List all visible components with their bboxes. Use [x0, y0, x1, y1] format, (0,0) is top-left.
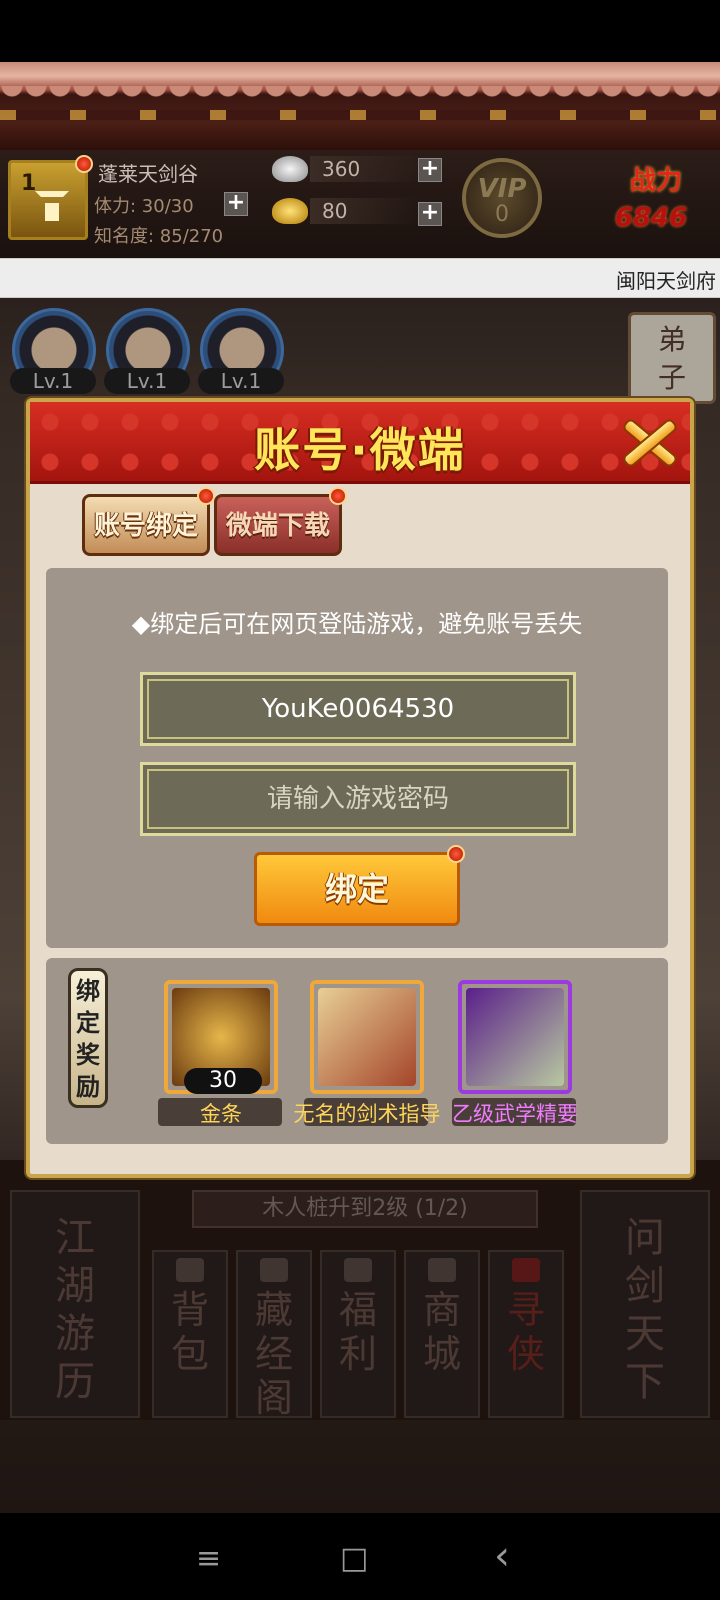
reward-name: 无名的剑术指导: [293, 1102, 441, 1126]
reward-label: 绑定奖励: [68, 968, 108, 1108]
vip-title: VIP: [477, 174, 527, 204]
password-input[interactable]: [143, 765, 573, 833]
marquee-text: 闽阳天剑府: [616, 269, 716, 293]
reward-name: 金条: [200, 1102, 242, 1126]
gold-add-button[interactable]: +: [418, 202, 442, 226]
reward-panel: 绑定奖励 30 金条 无名的剑术指导 乙级武学精要: [46, 958, 668, 1144]
reward-name: 乙级武学精要: [452, 1102, 578, 1126]
bind-hint: ◆绑定后可在网页登陆游戏，避免账号丢失: [131, 610, 583, 638]
notification-dot: [447, 845, 465, 863]
bind-panel: ◆绑定后可在网页登陆游戏，避免账号丢失 绑定: [46, 568, 668, 948]
silver-ingot-icon: [272, 156, 308, 182]
silver-add-button[interactable]: +: [418, 158, 442, 182]
tab-label: 微端下载: [225, 511, 330, 541]
gold-ingot-icon: [272, 198, 308, 224]
player-avatar[interactable]: 1: [8, 155, 93, 240]
vip-level: 0: [495, 202, 509, 227]
tab-client-download[interactable]: 微端下载: [214, 487, 347, 556]
roof-trim: [0, 110, 720, 120]
reward-sword-guide[interactable]: [310, 980, 424, 1094]
stamina-text: 体力: 30/30: [94, 196, 194, 217]
notification-dot: [329, 487, 347, 505]
tab-account-bind[interactable]: 账号绑定: [82, 487, 215, 556]
bind-button[interactable]: 绑定: [254, 845, 465, 926]
power-title: 战力: [629, 166, 682, 196]
account-dialog: 账号·微端 账号绑定 微端下载 ◆绑定后可在网页登陆游戏，避免账号丢失 绑定 绑…: [26, 398, 694, 1178]
announcement-marquee: 闽阳天剑府: [0, 258, 720, 298]
fame-text: 知名度: 85/270: [94, 226, 224, 247]
dialog-title: 账号·微端: [254, 423, 466, 477]
tab-label: 账号绑定: [93, 511, 198, 541]
stamina-add-button[interactable]: +: [224, 192, 248, 216]
silver-amount: 360: [310, 156, 420, 182]
close-button[interactable]: [612, 408, 684, 474]
home-icon[interactable]: □: [340, 1541, 368, 1576]
account-input[interactable]: [143, 675, 573, 743]
gold-amount: 80: [310, 198, 420, 224]
status-bar: [0, 0, 720, 62]
scroll-icon: [318, 988, 416, 1086]
account-field[interactable]: [140, 672, 576, 746]
password-field[interactable]: [140, 762, 576, 836]
top-hud: 1 蓬莱天剑谷 体力: 30/30 + 知名度: 85/270 360 + 80…: [0, 150, 720, 258]
reward-count: 30: [184, 1068, 262, 1094]
player-name: 蓬莱天剑谷: [98, 162, 198, 186]
bind-button-label: 绑定: [324, 870, 389, 908]
roof-decoration: [0, 62, 720, 150]
dialog-header: 账号·微端: [30, 402, 690, 484]
notification-dot: [75, 155, 93, 173]
combat-power: 战力 6846: [586, 160, 716, 244]
roof-tiles: [0, 86, 720, 100]
back-icon[interactable]: ‹: [494, 1533, 510, 1579]
menu-icon[interactable]: ≡: [196, 1541, 221, 1576]
system-nav-bar: ≡ □ ‹: [0, 1513, 720, 1600]
reward-gold-bar[interactable]: 30: [164, 980, 278, 1094]
notification-dot: [197, 487, 215, 505]
reward-martial-manual[interactable]: [458, 980, 572, 1094]
power-value: 6846: [614, 203, 688, 233]
book-icon: [466, 988, 564, 1086]
pavilion-icon: [35, 191, 69, 225]
vip-badge[interactable]: VIP 0: [462, 158, 542, 238]
